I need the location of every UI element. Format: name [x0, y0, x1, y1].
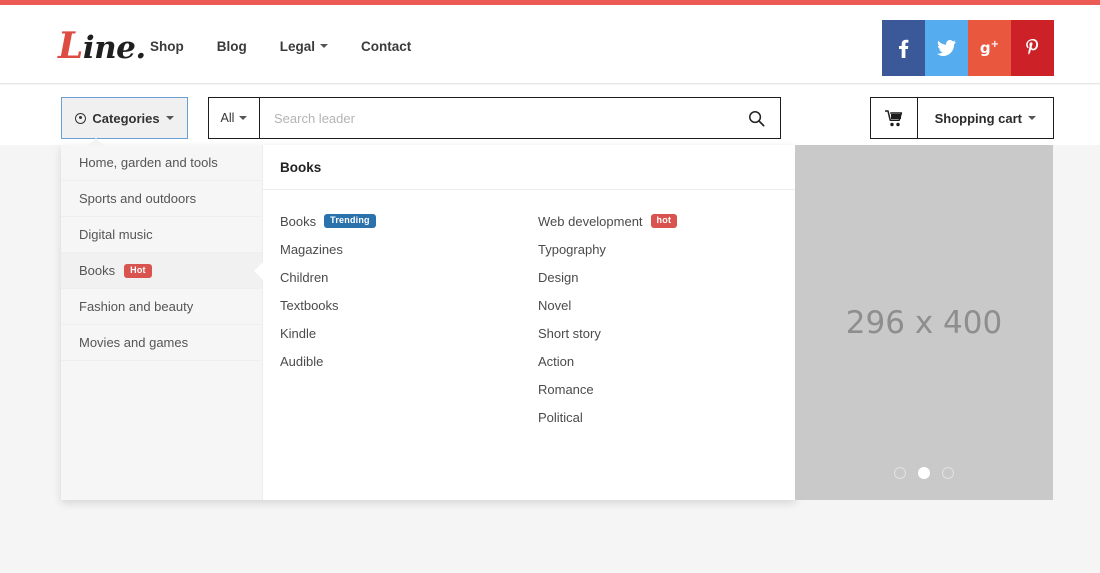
panel-column-right: Web development hot Typography Design No… [538, 207, 796, 431]
status-badge: Trending [324, 214, 376, 228]
list-item-label: Romance [538, 381, 594, 397]
list-item[interactable]: Audible [280, 347, 538, 375]
sidebar-item-books[interactable]: Books Hot [61, 253, 263, 289]
list-item-label: Magazines [280, 241, 343, 257]
status-badge: hot [650, 214, 678, 228]
sidebar-item-movies-and-games[interactable]: Movies and games [61, 325, 262, 361]
social-links: g+ [882, 20, 1054, 76]
sidebar-item-label: Fashion and beauty [79, 299, 194, 314]
list-item-label: Textbooks [280, 297, 339, 313]
list-item[interactable]: Political [538, 403, 796, 431]
list-item-label: Books [280, 213, 317, 229]
nav-item-shop-label: Shop [150, 38, 184, 54]
shopping-cart-label: Shopping cart [934, 110, 1022, 126]
sidebar-item-sports-and-outdoors[interactable]: Sports and outdoors [61, 181, 262, 217]
chevron-down-icon [320, 44, 329, 48]
sidebar-item-label: Digital music [79, 227, 153, 242]
nav-item-contact[interactable]: Contact [361, 39, 411, 54]
panel-column-left: Books Trending Magazines Children Textbo… [280, 207, 538, 431]
main-nav: Shop Blog Legal Contact [150, 31, 411, 61]
chevron-down-icon [239, 116, 248, 120]
facebook-icon[interactable] [882, 20, 925, 76]
panel-columns: Books Trending Magazines Children Textbo… [263, 190, 796, 431]
list-item[interactable]: Books Trending [280, 207, 538, 235]
google-plus-icon[interactable]: g+ [968, 20, 1011, 76]
nav-item-blog[interactable]: Blog [217, 39, 247, 54]
list-item-label: Novel [538, 297, 572, 313]
list-item-label: Design [538, 269, 579, 285]
site-logo[interactable]: Line. [58, 25, 146, 69]
carousel-dots [795, 467, 1053, 479]
list-item-label: Typography [538, 241, 606, 257]
search-group: All [208, 97, 781, 139]
nav-item-legal[interactable]: Legal [279, 38, 329, 54]
list-item[interactable]: Action [538, 347, 796, 375]
search-icon [748, 110, 765, 127]
list-item-label: Kindle [280, 325, 317, 341]
placeholder-dimensions-label: 296 x 400 [845, 304, 1003, 341]
list-item-label: Children [280, 269, 329, 285]
list-item[interactable]: Textbooks [280, 291, 538, 319]
hero-carousel: 296 x 400 [795, 145, 1053, 500]
category-panel: Books Books Trending Magazines Children … [263, 145, 796, 500]
list-item[interactable]: Children [280, 263, 538, 291]
nav-item-legal-label: Legal [279, 38, 316, 54]
pinterest-icon[interactable] [1011, 20, 1054, 76]
categories-mega-dropdown: Home, garden and tools Sports and outdoo… [61, 138, 796, 500]
list-item[interactable]: Magazines [280, 235, 538, 263]
active-arrow-icon [254, 261, 263, 280]
sidebar-item-digital-music[interactable]: Digital music [61, 217, 262, 253]
nav-item-contact-label: Contact [361, 38, 412, 54]
site-header: Line. Shop Blog Legal Contact g+ [0, 5, 1100, 84]
nav-item-shop[interactable]: Shop [150, 39, 184, 54]
list-item-label: Web development [538, 213, 643, 229]
sidebar-item-home-garden-and-tools[interactable]: Home, garden and tools [61, 145, 262, 181]
search-scope-dropdown[interactable]: All [209, 98, 260, 138]
sidebar-item-label: Sports and outdoors [79, 191, 197, 206]
list-item-label: Short story [538, 325, 601, 341]
cart-icon-button[interactable] [871, 98, 918, 138]
carousel-dot-1[interactable] [894, 467, 906, 479]
logo-accent-letter: L [58, 25, 83, 67]
carousel-dot-2[interactable] [918, 467, 930, 479]
list-item-label: Action [538, 353, 575, 369]
list-item-label: Audible [280, 353, 324, 369]
list-item[interactable]: Typography [538, 235, 796, 263]
twitter-icon[interactable] [925, 20, 968, 76]
dropdown-caret-icon [88, 138, 104, 146]
categories-button-label: Categories [92, 110, 160, 126]
page-body: Home, garden and tools Sports and outdoo… [0, 138, 1100, 573]
shopping-cart-icon [884, 109, 902, 126]
list-item[interactable]: Web development hot [538, 207, 796, 235]
search-submit-button[interactable] [732, 98, 780, 138]
google-plus-glyph: g+ [979, 39, 1000, 57]
search-toolbar: Categories All Shopping cart [0, 85, 1100, 145]
target-icon [75, 112, 87, 124]
chevron-down-icon [165, 116, 174, 120]
sidebar-item-label: Movies and games [79, 335, 189, 350]
search-input[interactable] [260, 98, 732, 138]
category-sidebar: Home, garden and tools Sports and outdoo… [61, 145, 263, 500]
chevron-down-icon [1028, 116, 1036, 120]
logo-rest: ine. [82, 30, 146, 66]
list-item[interactable]: Novel [538, 291, 796, 319]
list-item[interactable]: Short story [538, 319, 796, 347]
sidebar-item-fashion-and-beauty[interactable]: Fashion and beauty [61, 289, 262, 325]
cart-group: Shopping cart [869, 97, 1054, 139]
search-scope-label: All [220, 111, 235, 125]
sidebar-item-label: Home, garden and tools [79, 155, 218, 170]
nav-item-blog-label: Blog [216, 38, 247, 54]
list-item[interactable]: Design [538, 263, 796, 291]
panel-title: Books [263, 145, 796, 190]
sidebar-item-label: Books [79, 263, 116, 278]
carousel-dot-3[interactable] [942, 467, 954, 479]
list-item[interactable]: Kindle [280, 319, 538, 347]
status-badge: Hot [124, 263, 152, 278]
categories-button[interactable]: Categories [61, 97, 188, 139]
shopping-cart-button[interactable]: Shopping cart [918, 98, 1053, 138]
list-item[interactable]: Romance [538, 375, 796, 403]
list-item-label: Political [538, 409, 583, 425]
